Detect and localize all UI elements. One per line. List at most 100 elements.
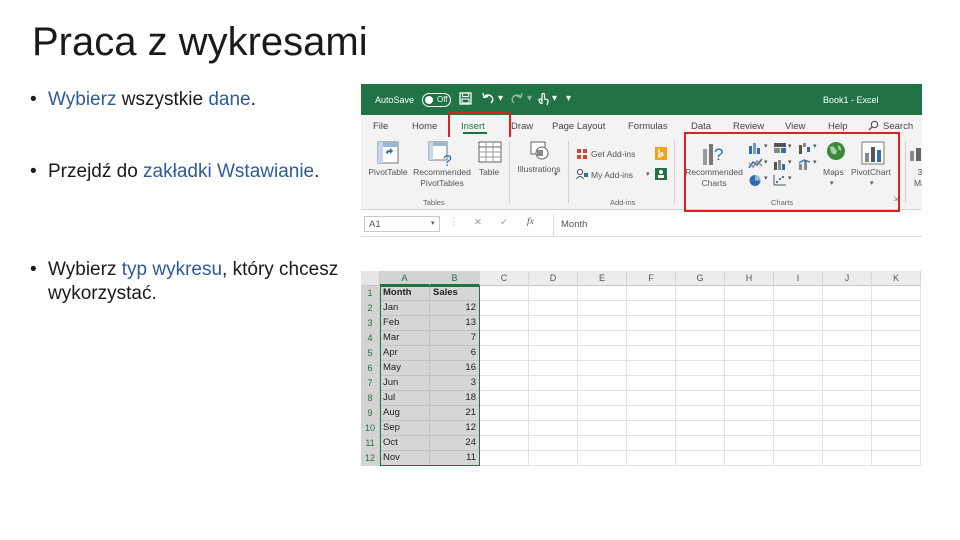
cell-b6[interactable]: 16 xyxy=(430,361,480,376)
cell-a4[interactable]: Mar xyxy=(380,331,430,346)
cell-e10[interactable] xyxy=(578,421,627,436)
cell-b2[interactable]: 12 xyxy=(430,301,480,316)
cell-h12[interactable] xyxy=(725,451,774,466)
column-header-c[interactable]: C xyxy=(480,271,529,286)
tab-home[interactable]: Home xyxy=(412,121,437,132)
cell-h8[interactable] xyxy=(725,391,774,406)
cell-b10[interactable]: 12 xyxy=(430,421,480,436)
cell-h11[interactable] xyxy=(725,436,774,451)
cell-e9[interactable] xyxy=(578,406,627,421)
cell-c10[interactable] xyxy=(480,421,529,436)
illustrations-dropdown-icon[interactable]: ▾ xyxy=(554,170,558,178)
select-all-corner[interactable] xyxy=(361,271,380,286)
tab-file[interactable]: File xyxy=(373,121,388,132)
cell-f8[interactable] xyxy=(627,391,676,406)
touch-dropdown-icon[interactable]: ▾ xyxy=(552,93,557,104)
cell-g10[interactable] xyxy=(676,421,725,436)
tab-formulas[interactable]: Formulas xyxy=(628,121,668,132)
cell-f4[interactable] xyxy=(627,331,676,346)
cell-g8[interactable] xyxy=(676,391,725,406)
bing-icon[interactable] xyxy=(655,147,667,162)
cell-e8[interactable] xyxy=(578,391,627,406)
cell-c6[interactable] xyxy=(480,361,529,376)
cell-c2[interactable] xyxy=(480,301,529,316)
cell-k9[interactable] xyxy=(872,406,921,421)
cell-k6[interactable] xyxy=(872,361,921,376)
cell-b12[interactable]: 11 xyxy=(430,451,480,466)
cell-e4[interactable] xyxy=(578,331,627,346)
column-header-h[interactable]: H xyxy=(725,271,774,286)
cell-k10[interactable] xyxy=(872,421,921,436)
column-header-j[interactable]: J xyxy=(823,271,872,286)
row-header[interactable]: 12 xyxy=(361,451,380,466)
column-header-f[interactable]: F xyxy=(627,271,676,286)
cell-j11[interactable] xyxy=(823,436,872,451)
insert-function-icon[interactable]: fx xyxy=(527,217,534,227)
cell-j8[interactable] xyxy=(823,391,872,406)
cell-i3[interactable] xyxy=(774,316,823,331)
cell-k2[interactable] xyxy=(872,301,921,316)
name-box[interactable]: A1 xyxy=(364,216,440,232)
row-header[interactable]: 10 xyxy=(361,421,380,436)
cell-j9[interactable] xyxy=(823,406,872,421)
cell-d8[interactable] xyxy=(529,391,578,406)
row-header[interactable]: 5 xyxy=(361,346,380,361)
cell-a9[interactable]: Aug xyxy=(380,406,430,421)
column-header-a[interactable]: A xyxy=(380,271,430,286)
column-header-d[interactable]: D xyxy=(529,271,578,286)
cell-e11[interactable] xyxy=(578,436,627,451)
save-icon[interactable] xyxy=(459,92,472,108)
cell-j12[interactable] xyxy=(823,451,872,466)
cell-g4[interactable] xyxy=(676,331,725,346)
cell-f6[interactable] xyxy=(627,361,676,376)
cell-f11[interactable] xyxy=(627,436,676,451)
cell-g9[interactable] xyxy=(676,406,725,421)
column-header-g[interactable]: G xyxy=(676,271,725,286)
cell-k12[interactable] xyxy=(872,451,921,466)
cell-g11[interactable] xyxy=(676,436,725,451)
enter-icon[interactable]: ✓ xyxy=(500,217,508,228)
row-header[interactable]: 3 xyxy=(361,316,380,331)
cell-c9[interactable] xyxy=(480,406,529,421)
cell-c3[interactable] xyxy=(480,316,529,331)
undo-dropdown-icon[interactable]: ▾ xyxy=(498,93,503,104)
column-header-e[interactable]: E xyxy=(578,271,627,286)
autosave-toggle[interactable]: Off xyxy=(422,93,451,107)
cell-d12[interactable] xyxy=(529,451,578,466)
cell-k11[interactable] xyxy=(872,436,921,451)
cell-i4[interactable] xyxy=(774,331,823,346)
cell-i12[interactable] xyxy=(774,451,823,466)
cell-a11[interactable]: Oct xyxy=(380,436,430,451)
column-header-i[interactable]: I xyxy=(774,271,823,286)
cell-b1[interactable]: Sales xyxy=(430,286,480,301)
cell-d4[interactable] xyxy=(529,331,578,346)
cell-c1[interactable] xyxy=(480,286,529,301)
cell-a6[interactable]: May xyxy=(380,361,430,376)
cell-h9[interactable] xyxy=(725,406,774,421)
redo-dropdown-icon[interactable]: ▾ xyxy=(527,93,532,104)
cell-h6[interactable] xyxy=(725,361,774,376)
cell-b4[interactable]: 7 xyxy=(430,331,480,346)
row-header[interactable]: 7 xyxy=(361,376,380,391)
pivottable-icon[interactable] xyxy=(377,141,399,167)
tab-page-layout[interactable]: Page Layout xyxy=(552,121,605,132)
cell-b3[interactable]: 13 xyxy=(430,316,480,331)
cell-e3[interactable] xyxy=(578,316,627,331)
cell-h10[interactable] xyxy=(725,421,774,436)
cell-a10[interactable]: Sep xyxy=(380,421,430,436)
cell-a5[interactable]: Apr xyxy=(380,346,430,361)
cell-e12[interactable] xyxy=(578,451,627,466)
cell-d6[interactable] xyxy=(529,361,578,376)
cell-j5[interactable] xyxy=(823,346,872,361)
tab-data[interactable]: Data xyxy=(691,121,711,132)
cell-j10[interactable] xyxy=(823,421,872,436)
cell-h4[interactable] xyxy=(725,331,774,346)
cell-g5[interactable] xyxy=(676,346,725,361)
my-addins-dropdown-icon[interactable]: ▾ xyxy=(646,170,650,178)
row-header[interactable]: 9 xyxy=(361,406,380,421)
formula-input[interactable]: Month xyxy=(553,214,922,236)
cell-f1[interactable] xyxy=(627,286,676,301)
cell-h7[interactable] xyxy=(725,376,774,391)
cell-e2[interactable] xyxy=(578,301,627,316)
cell-i11[interactable] xyxy=(774,436,823,451)
